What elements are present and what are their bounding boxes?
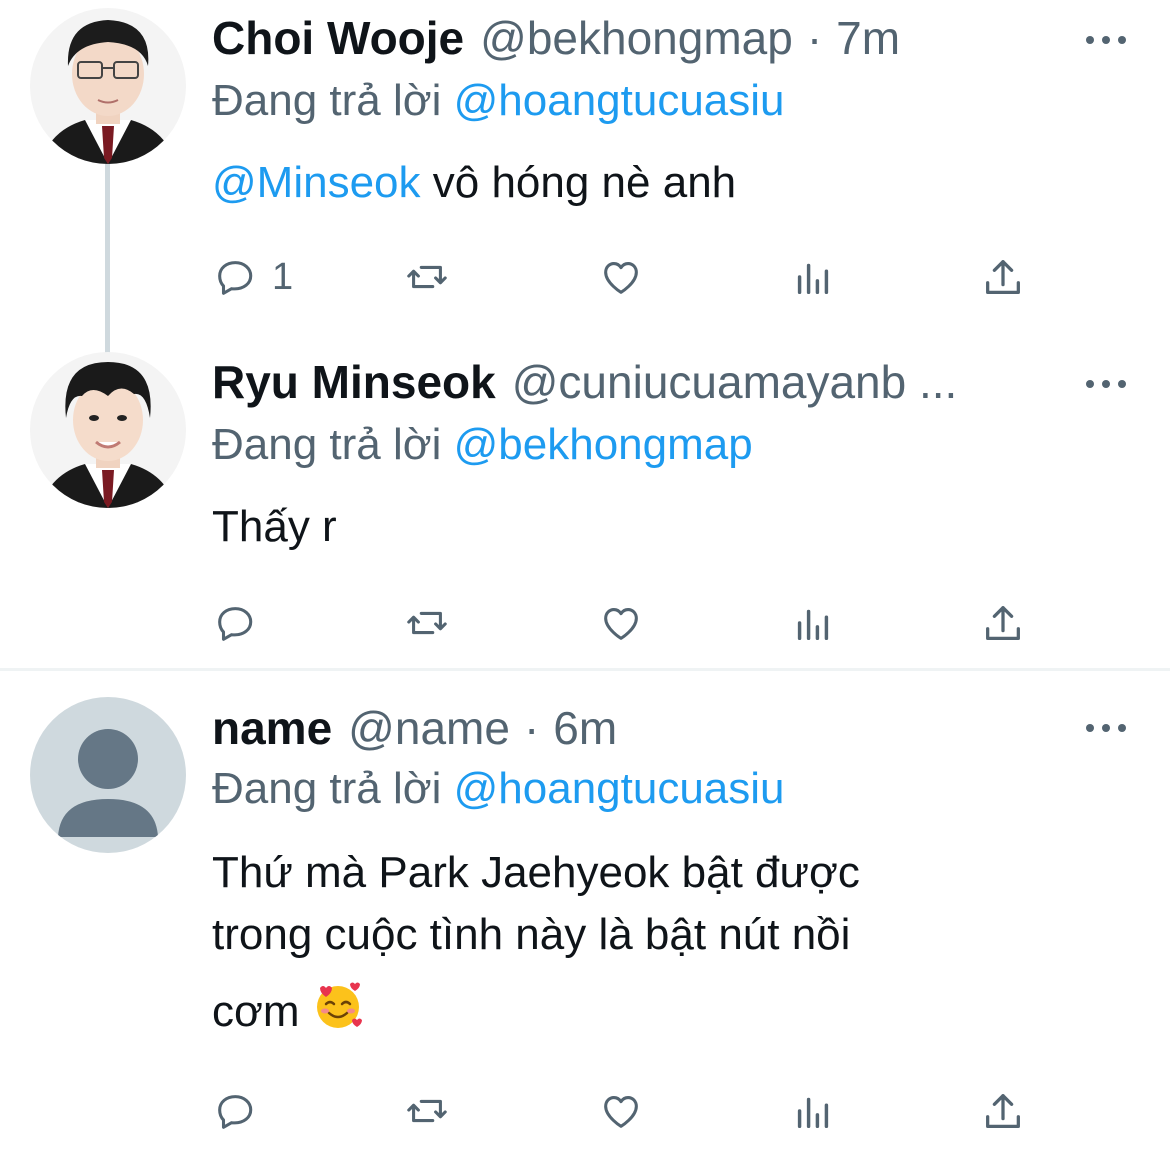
reply-icon — [218, 607, 253, 641]
mention-link[interactable]: @Minseok — [212, 158, 421, 207]
user-handle[interactable]: @bekhongmap — [480, 11, 793, 65]
share-icon — [986, 606, 1020, 640]
reply-button[interactable] — [212, 1086, 258, 1136]
user-handle[interactable]: @cuniucuamayanb ... — [512, 355, 958, 409]
separator-dot: · — [523, 702, 540, 754]
tweet-text-line: trong cuộc tình này là bật nút nồi — [212, 910, 851, 959]
reply-icon — [218, 1095, 253, 1129]
share-icon — [986, 1094, 1020, 1128]
tweet-divider — [0, 668, 1170, 671]
heart-icon — [604, 608, 638, 640]
heart-icon — [604, 1096, 638, 1128]
reply-button[interactable] — [212, 598, 258, 648]
replying-to: Đang trả lời @hoangtucuasiu — [212, 764, 785, 814]
share-button[interactable] — [980, 1086, 1026, 1136]
tweet-header: Choi Wooje @bekhongmap · 7m — [212, 8, 1052, 68]
reply-icon — [218, 261, 253, 295]
tweet-text-content: vô hóng nè anh — [432, 158, 737, 207]
avatar[interactable] — [30, 352, 186, 508]
replying-to: Đang trả lời @bekhongmap — [212, 420, 753, 470]
timestamp[interactable]: 6m — [553, 701, 617, 755]
action-bar — [212, 598, 1032, 648]
tweet-text-content: cơm — [212, 987, 300, 1036]
retweet-button[interactable] — [404, 252, 450, 302]
tweet-text-content: Thấy r — [212, 502, 337, 551]
replying-to-handle[interactable]: @bekhongmap — [454, 420, 753, 469]
retweet-icon — [407, 265, 447, 289]
retweet-button[interactable] — [404, 598, 450, 648]
share-button[interactable] — [980, 598, 1026, 648]
more-options-icon[interactable] — [1086, 30, 1126, 50]
replying-to-handle[interactable]: @hoangtucuasiu — [454, 764, 785, 813]
default-avatar-icon — [30, 697, 186, 853]
display-name[interactable]: name — [212, 701, 332, 755]
replying-prefix: Đang trả lời — [212, 76, 442, 125]
more-options-icon[interactable] — [1086, 718, 1126, 738]
more-options-icon[interactable] — [1086, 374, 1126, 394]
retweet-icon — [407, 611, 447, 635]
retweet-button[interactable] — [404, 1086, 450, 1136]
share-button[interactable] — [980, 252, 1026, 302]
user-handle[interactable]: @name — [348, 701, 510, 755]
tweet-text-line: Thứ mà Park Jaehyeok bật được — [212, 848, 860, 897]
replying-to-handle[interactable]: @hoangtucuasiu — [454, 76, 785, 125]
display-name[interactable]: Ryu Minseok — [212, 355, 496, 409]
analytics-icon — [797, 1097, 829, 1129]
reply-button[interactable]: 1 — [212, 252, 293, 302]
analytics-icon — [797, 263, 829, 295]
share-icon — [986, 260, 1020, 294]
timestamp[interactable]: 7m — [836, 11, 900, 65]
like-button[interactable] — [598, 252, 644, 302]
like-button[interactable] — [598, 598, 644, 648]
tweet-text: @Minseok vô hóng nè anh — [212, 152, 1072, 214]
action-bar: 1 — [212, 252, 1032, 302]
analytics-button[interactable] — [790, 1086, 836, 1136]
reply-count: 1 — [272, 255, 294, 298]
replying-prefix: Đang trả lời — [212, 420, 442, 469]
action-bar — [212, 1086, 1032, 1136]
thread-connector — [105, 160, 110, 355]
heart-icon — [604, 262, 638, 294]
analytics-button[interactable] — [790, 252, 836, 302]
like-button[interactable] — [598, 1086, 644, 1136]
analytics-button[interactable] — [790, 598, 836, 648]
tweet-text-line: cơm — [212, 980, 1072, 1043]
display-name[interactable]: Choi Wooje — [212, 11, 464, 65]
analytics-icon — [797, 609, 829, 641]
smiling-face-with-hearts-icon — [316, 982, 362, 1028]
tweet-text: Thấy r — [212, 496, 1072, 558]
tweet-header: name @name · 6m — [212, 698, 1052, 758]
tweet-text: Thứ mà Park Jaehyeok bật được trong cuộc… — [212, 842, 1072, 1043]
retweet-icon — [407, 1099, 447, 1123]
tweet-header: Ryu Minseok @cuniucuamayanb ... — [212, 352, 1052, 412]
separator-dot: · — [806, 12, 823, 64]
avatar[interactable] — [30, 8, 186, 164]
replying-prefix: Đang trả lời — [212, 764, 442, 813]
replying-to: Đang trả lời @hoangtucuasiu — [212, 76, 785, 126]
avatar-default[interactable] — [30, 697, 186, 853]
